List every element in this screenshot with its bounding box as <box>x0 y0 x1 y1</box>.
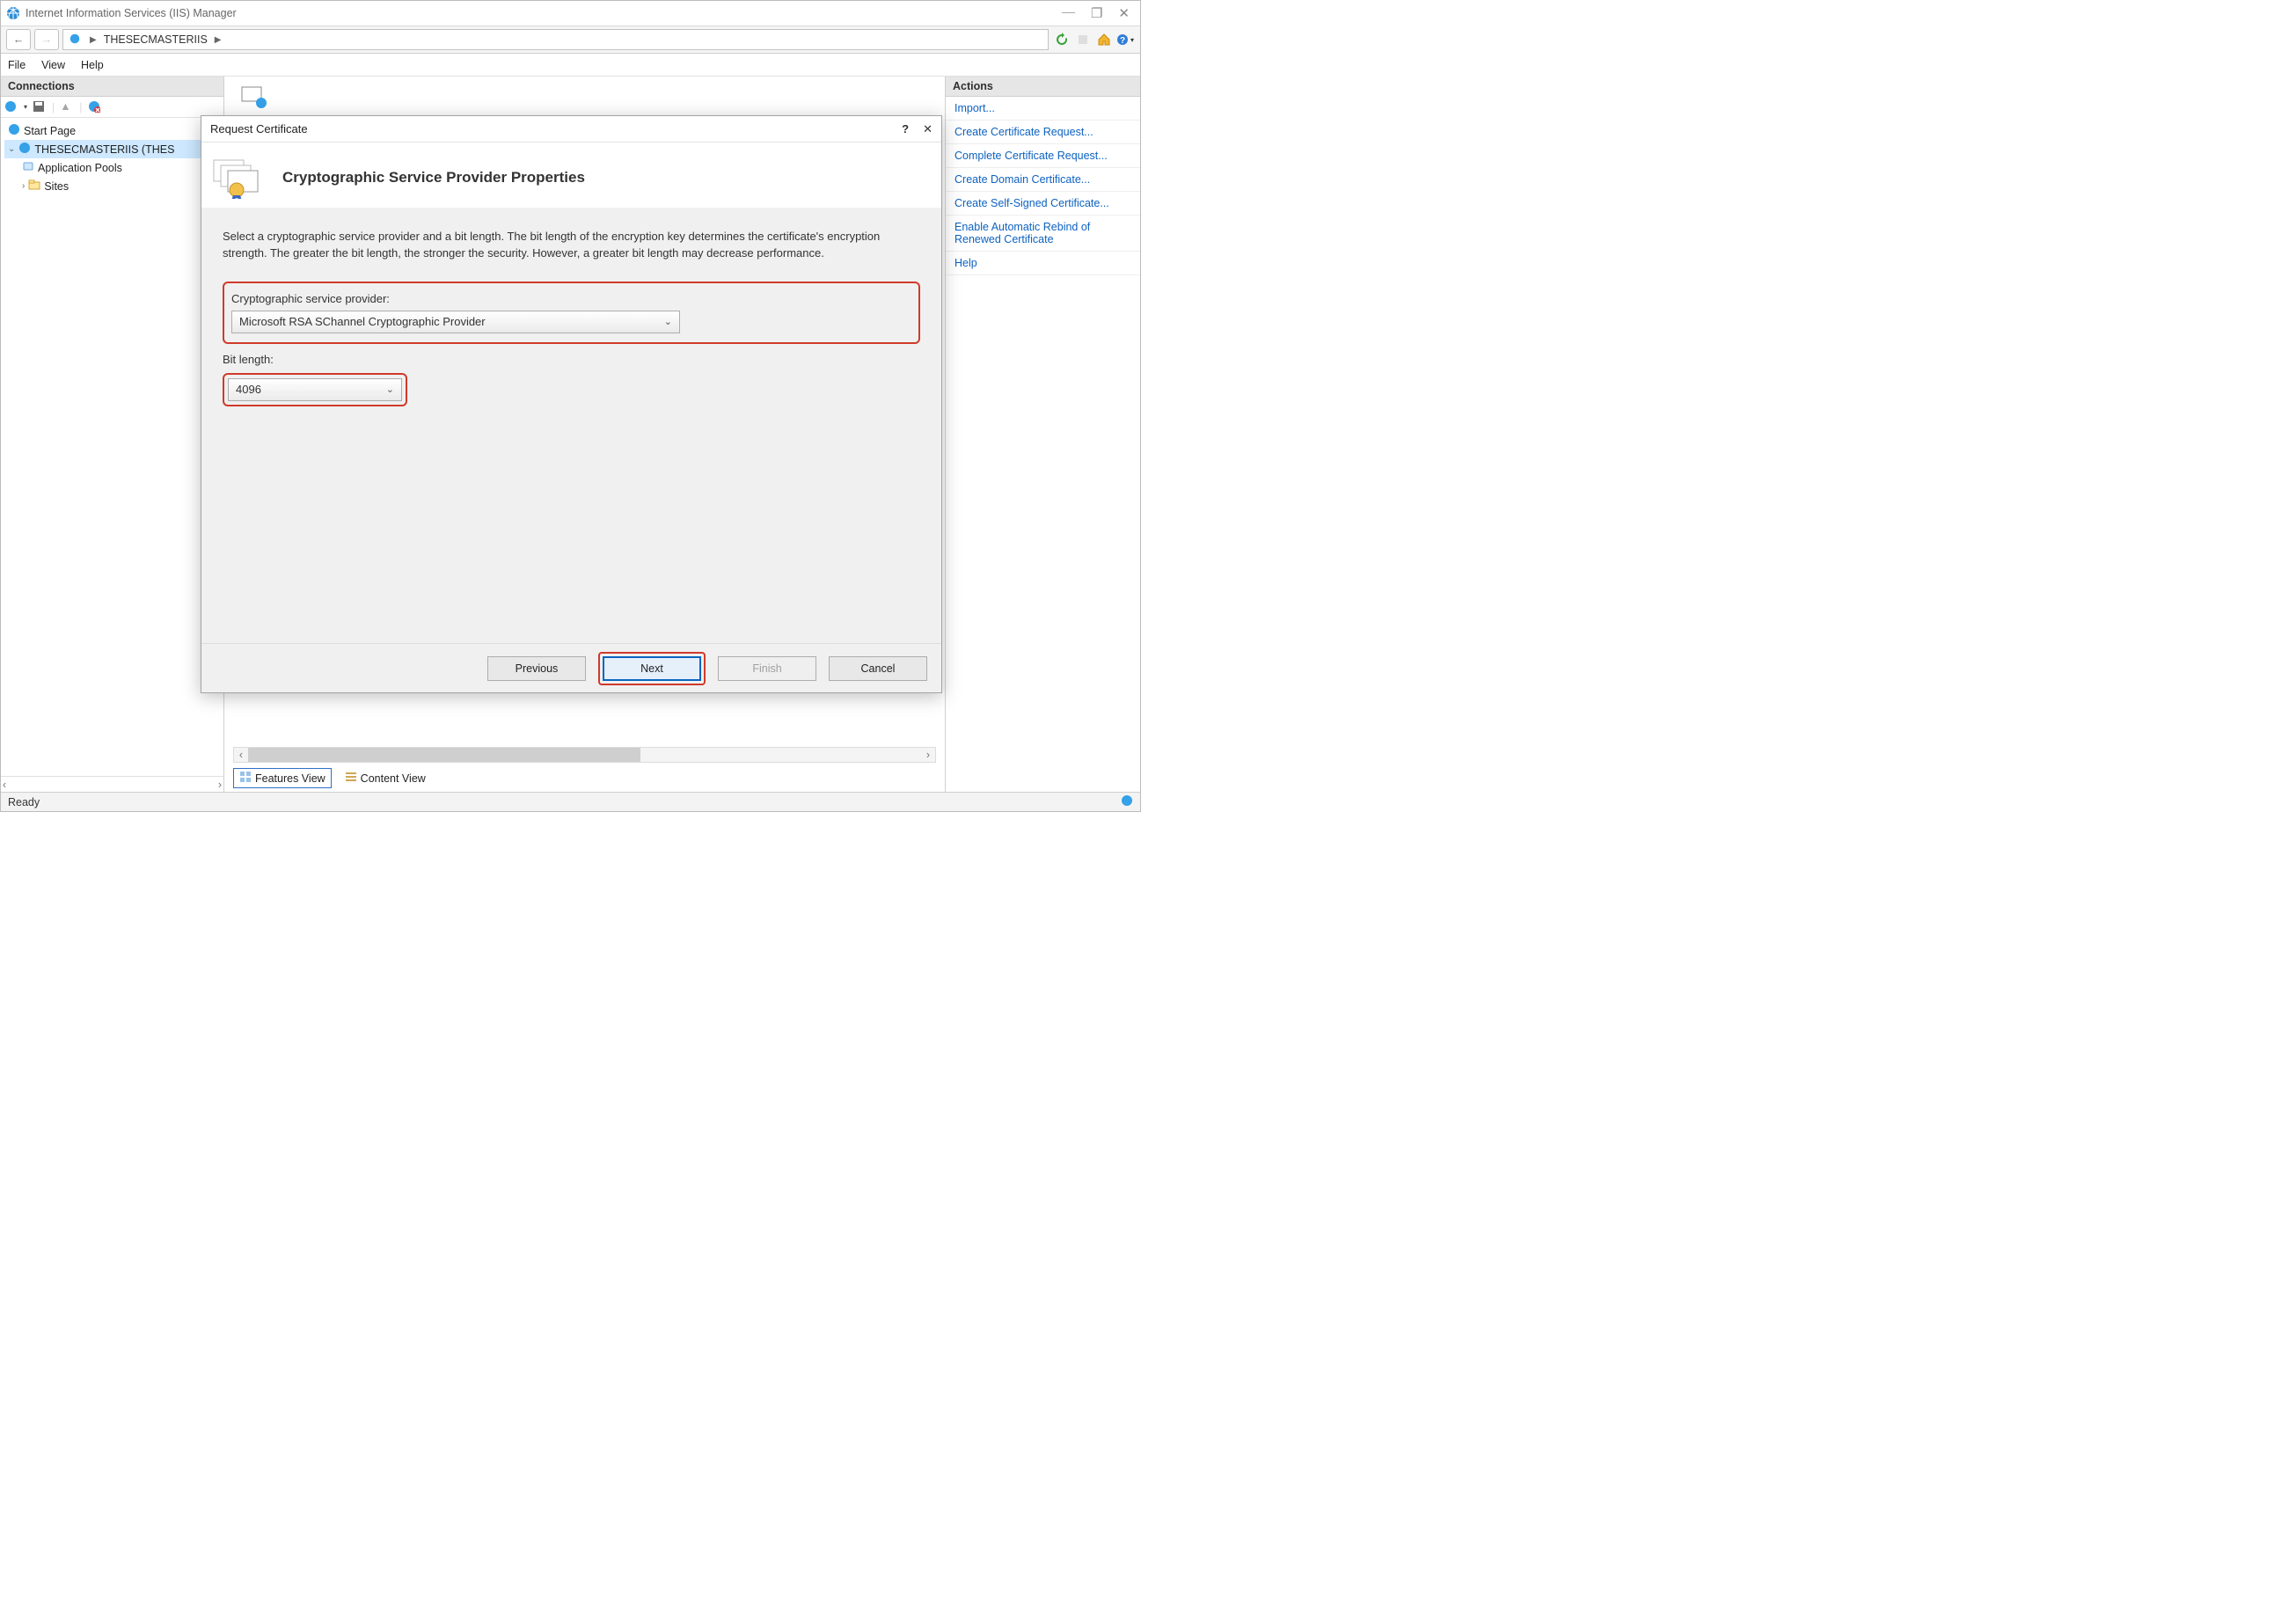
dialog-title-text: Request Certificate <box>210 122 308 135</box>
content-view-toggle[interactable]: Content View <box>339 768 432 788</box>
sites-icon <box>28 179 40 194</box>
server-icon <box>69 33 83 47</box>
csp-label: Cryptographic service provider: <box>231 292 911 305</box>
back-button[interactable]: ← <box>6 29 31 50</box>
remove-connection-icon[interactable] <box>88 100 102 114</box>
finish-button: Finish <box>718 656 816 681</box>
home-icon[interactable] <box>1094 30 1114 49</box>
dialog-help-button[interactable]: ? <box>902 122 909 136</box>
action-import[interactable]: Import... <box>946 97 1140 121</box>
content-bottom: ‹ › Features View Content View <box>233 742 936 792</box>
csp-select[interactable]: Microsoft RSA SChannel Cryptographic Pro… <box>231 311 680 333</box>
action-complete-cert-request[interactable]: Complete Certificate Request... <box>946 144 1140 168</box>
wizard-cert-icon <box>210 157 267 199</box>
up-icon: ▲ <box>60 100 74 114</box>
app-pools-icon <box>22 160 34 175</box>
content-hscrollbar[interactable]: ‹ › <box>233 747 936 763</box>
connections-panel: Connections ▾ | ▲ | Start Page ⌄ THESECM… <box>1 77 224 792</box>
bit-length-highlight: 4096 ⌄ <box>223 373 407 406</box>
csp-section-highlight: Cryptographic service provider: Microsof… <box>223 282 920 344</box>
titlebar: Internet Information Services (IIS) Mana… <box>1 1 1140 26</box>
actions-header: Actions <box>946 77 1140 97</box>
connect-dropdown[interactable]: ▾ <box>24 103 27 111</box>
help-dropdown-icon[interactable]: ?▾ <box>1115 30 1135 49</box>
action-enable-auto-rebind[interactable]: Enable Automatic Rebind of Renewed Certi… <box>946 216 1140 252</box>
action-create-domain-cert[interactable]: Create Domain Certificate... <box>946 168 1140 192</box>
maximize-button[interactable]: ❐ <box>1091 5 1102 22</box>
connections-toolbar: ▾ | ▲ | <box>1 97 223 118</box>
bit-length-label: Bit length: <box>223 353 920 366</box>
certificates-icon <box>240 85 268 113</box>
menu-file[interactable]: File <box>8 59 26 71</box>
previous-button[interactable]: Previous <box>487 656 586 681</box>
server-certificates-header <box>240 85 268 113</box>
next-button[interactable]: Next <box>603 656 701 681</box>
server-node-icon <box>18 142 31 157</box>
bit-length-value: 4096 <box>236 383 261 396</box>
csp-select-value: Microsoft RSA SChannel Cryptographic Pro… <box>239 315 486 328</box>
bit-length-select[interactable]: 4096 ⌄ <box>228 378 402 401</box>
dialog-titlebar: Request Certificate ? ✕ <box>201 116 941 143</box>
dialog-heading: Cryptographic Service Provider Propertie… <box>282 169 585 187</box>
menu-view[interactable]: View <box>41 59 65 71</box>
tree-sites[interactable]: › Sites <box>4 177 220 195</box>
status-config-icon <box>1121 794 1133 809</box>
next-button-highlight: Next <box>598 652 706 685</box>
cancel-button[interactable]: Cancel <box>829 656 927 681</box>
dialog-description: Select a cryptographic service provider … <box>223 229 920 262</box>
connections-tree: Start Page ⌄ THESECMASTERIIS (THES Appli… <box>1 118 223 199</box>
action-create-cert-request[interactable]: Create Certificate Request... <box>946 121 1140 144</box>
breadcrumb-separator: ▶ <box>90 35 97 45</box>
refresh-icon[interactable] <box>1052 30 1072 49</box>
close-button[interactable]: ✕ <box>1118 5 1130 22</box>
connections-header: Connections <box>1 77 223 97</box>
status-text: Ready <box>8 796 40 808</box>
statusbar: Ready <box>1 792 1140 811</box>
minimize-button[interactable]: — <box>1062 5 1075 22</box>
menubar: File View Help <box>1 54 1140 77</box>
dialog-close-button[interactable]: ✕ <box>923 122 933 136</box>
window-title: Internet Information Services (IIS) Mana… <box>26 7 237 19</box>
chevron-down-icon: ⌄ <box>386 384 394 395</box>
request-certificate-dialog: Request Certificate ? ✕ Cryptographic Se… <box>201 115 942 693</box>
stop-icon <box>1073 30 1093 49</box>
navigation-bar: ← → ▶ THESECMASTERIIS ▶ ?▾ <box>1 26 1140 54</box>
tree-server[interactable]: ⌄ THESECMASTERIIS (THES <box>4 140 220 158</box>
breadcrumb-separator: ▶ <box>215 35 222 45</box>
connect-icon[interactable] <box>4 100 18 114</box>
menu-help[interactable]: Help <box>81 59 104 71</box>
features-view-toggle[interactable]: Features View <box>233 768 332 788</box>
content-view-icon <box>345 771 357 786</box>
iis-app-icon <box>6 6 20 20</box>
tree-hscroll[interactable]: ‹› <box>1 776 223 792</box>
breadcrumb[interactable]: ▶ THESECMASTERIIS ▶ <box>62 29 1049 50</box>
forward-button[interactable]: → <box>34 29 59 50</box>
tree-start-page[interactable]: Start Page <box>4 121 220 140</box>
tree-app-pools[interactable]: Application Pools <box>4 158 220 177</box>
start-page-icon <box>8 123 20 138</box>
actions-panel: Actions Import... Create Certificate Req… <box>945 77 1140 792</box>
save-icon[interactable] <box>33 100 47 114</box>
chevron-down-icon: ⌄ <box>664 316 672 327</box>
breadcrumb-server: THESECMASTERIIS <box>104 33 208 46</box>
action-create-self-signed-cert[interactable]: Create Self-Signed Certificate... <box>946 192 1140 216</box>
svg-text:?: ? <box>1120 36 1125 46</box>
iis-manager-window: Internet Information Services (IIS) Mana… <box>0 0 1141 812</box>
tree-expander[interactable]: › <box>22 181 25 191</box>
features-view-icon <box>239 771 252 786</box>
tree-expander[interactable]: ⌄ <box>8 144 15 154</box>
action-help[interactable]: Help <box>946 252 1140 275</box>
